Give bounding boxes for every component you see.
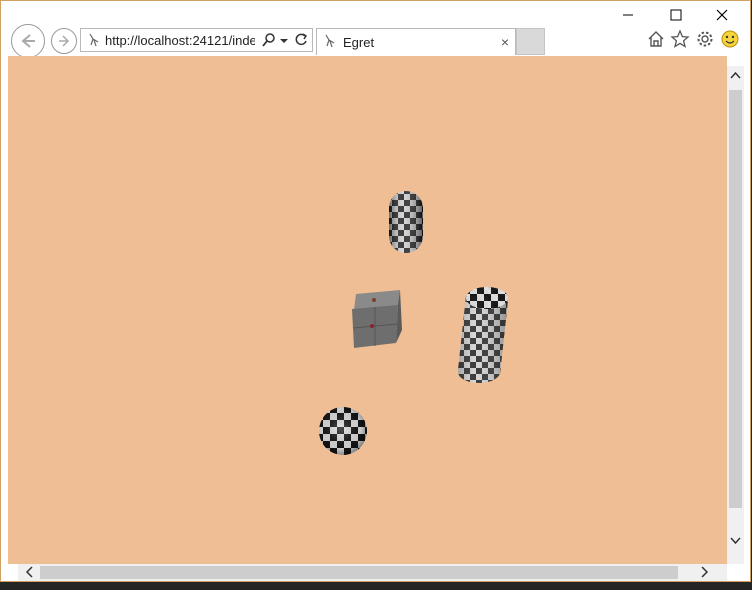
back-arrow-icon <box>21 34 35 48</box>
capsule-object[interactable] <box>383 186 431 258</box>
scroll-left-icon[interactable] <box>24 566 34 578</box>
settings-gear-icon[interactable] <box>695 29 715 49</box>
refresh-icon[interactable] <box>293 32 309 48</box>
back-button[interactable] <box>11 24 45 58</box>
tab-egret[interactable]: Egret × <box>316 28 516 55</box>
maximize-icon <box>670 9 682 21</box>
scene-canvas[interactable] <box>8 56 727 564</box>
minimize-icon <box>623 14 633 16</box>
forward-button[interactable] <box>51 28 77 54</box>
feedback-smiley-icon[interactable] <box>720 29 740 49</box>
page-viewport[interactable] <box>8 56 727 564</box>
tab-close-icon[interactable]: × <box>501 34 509 50</box>
address-bar[interactable]: http://localhost:24121/inde <box>80 28 313 52</box>
navigation-bar: http://localhost:24121/inde Egret × <box>1 23 750 58</box>
cube-object[interactable] <box>352 290 402 348</box>
search-icon[interactable] <box>261 32 277 48</box>
home-icon[interactable] <box>646 29 666 49</box>
scroll-up-icon[interactable] <box>730 70 741 80</box>
tab-title: Egret <box>343 35 375 50</box>
address-url[interactable]: http://localhost:24121/inde <box>105 33 255 48</box>
vertical-scroll-thumb[interactable] <box>729 90 742 508</box>
forward-arrow-icon <box>59 35 70 47</box>
sphere-object[interactable] <box>316 404 372 460</box>
dropdown-icon[interactable] <box>279 32 289 48</box>
favorites-star-icon[interactable] <box>670 29 690 49</box>
cylinder-object[interactable] <box>448 281 518 391</box>
new-tab-button[interactable] <box>516 28 545 55</box>
egret-favicon-icon <box>325 34 335 48</box>
close-icon <box>716 9 728 21</box>
vertical-scrollbar[interactable] <box>727 66 744 564</box>
scroll-right-icon[interactable] <box>700 566 710 578</box>
horizontal-scroll-thumb[interactable] <box>40 566 678 579</box>
horizontal-scrollbar[interactable] <box>18 564 727 581</box>
egret-favicon-icon <box>89 33 99 47</box>
scroll-down-icon[interactable] <box>730 536 741 546</box>
